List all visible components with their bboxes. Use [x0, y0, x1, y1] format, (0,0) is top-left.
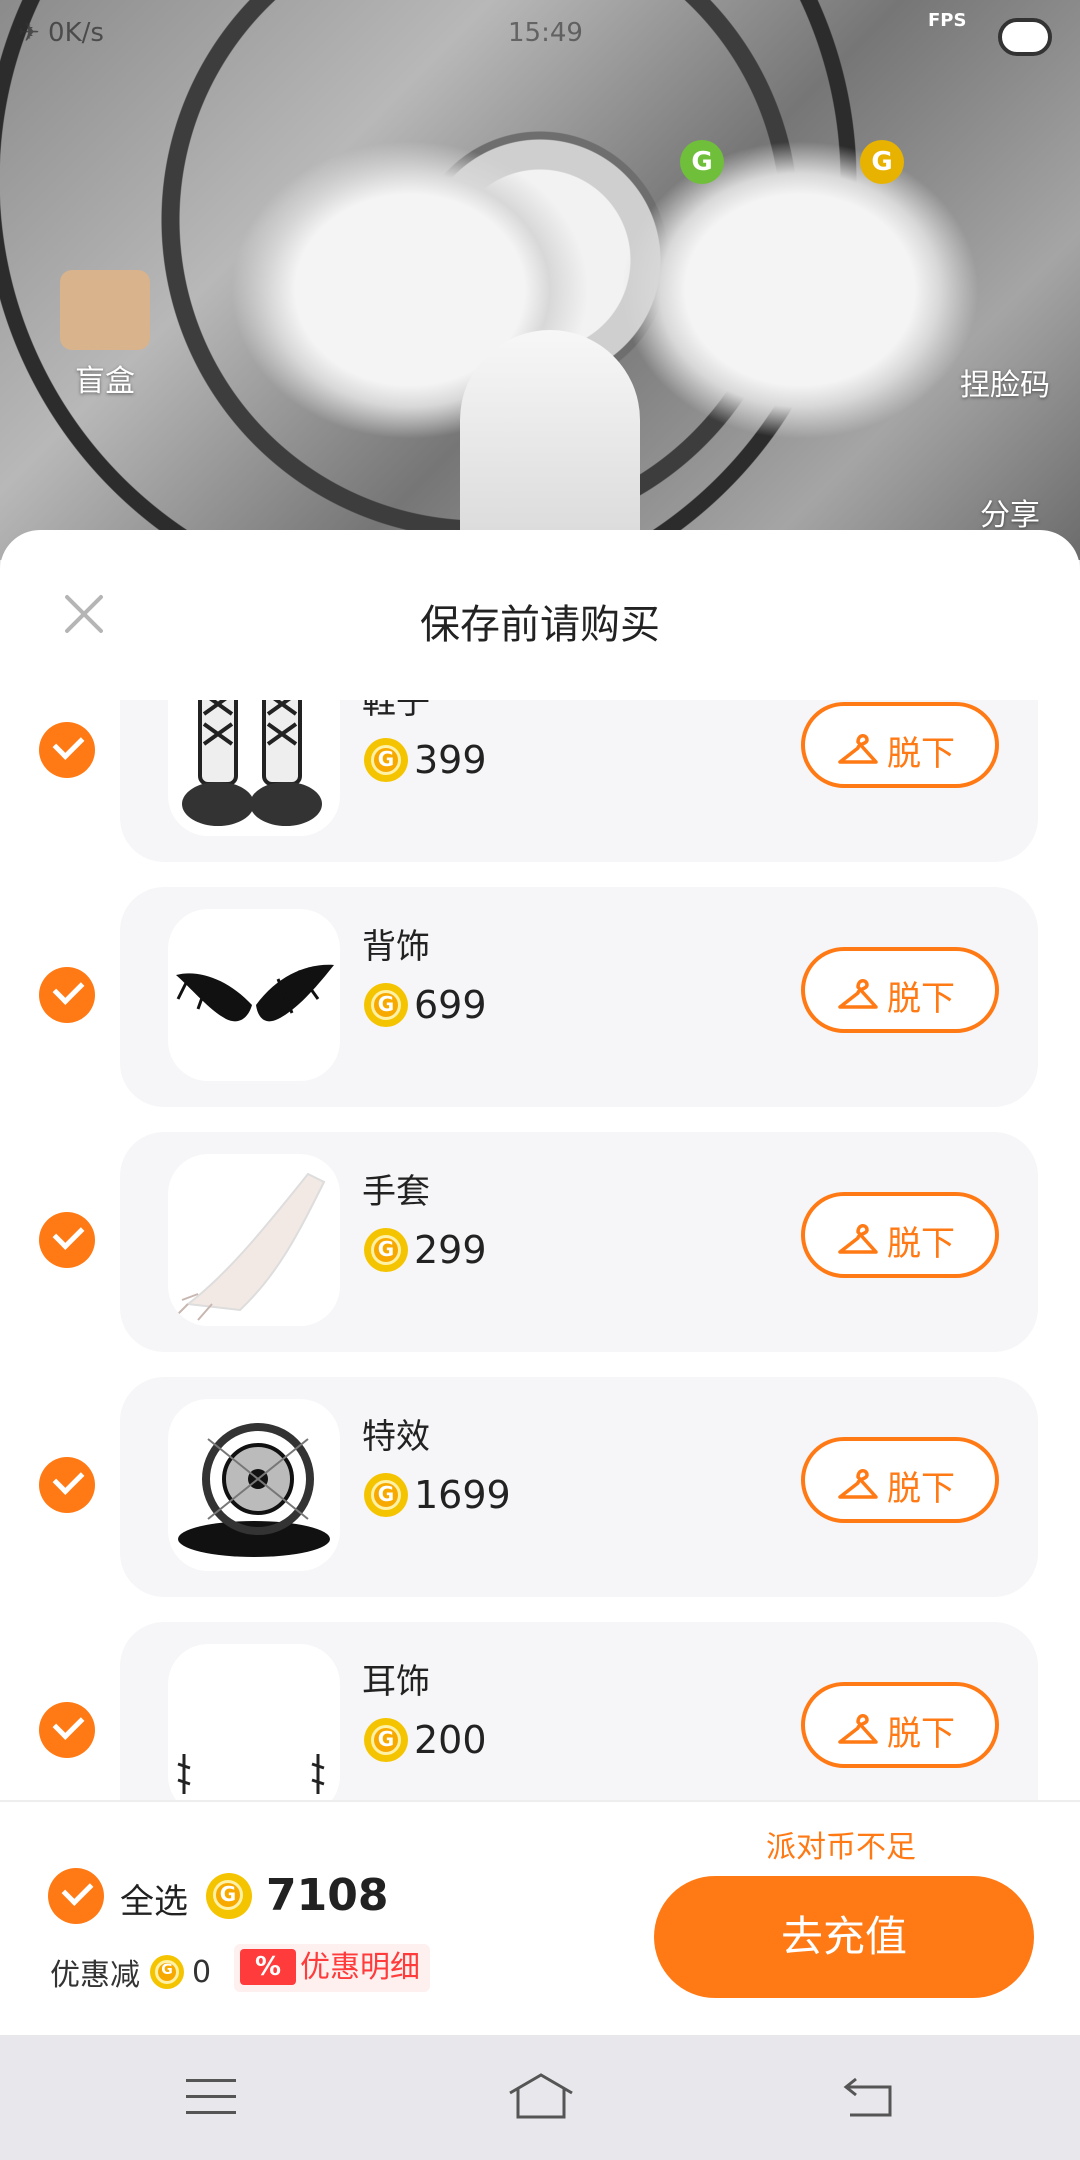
item-price: 699 [364, 983, 487, 1029]
hanger-icon [838, 979, 878, 1009]
magic-circle-icon[interactable] [168, 1399, 340, 1571]
fps-label: FPS [928, 10, 967, 31]
hanger-icon [838, 1714, 878, 1744]
change-face-button[interactable]: 捏脸码 [960, 360, 1050, 404]
list-item: 鞋子 399 脱下 [0, 700, 1080, 867]
discount-label: 优惠减 [50, 1958, 140, 1993]
checkout-footer: 派对币不足 全选 7108 优惠减 0 %优惠明细 去充值 [0, 1800, 1080, 2035]
item-price-value: 200 [414, 1718, 487, 1762]
sheet-title: 保存前请购买 [420, 602, 660, 648]
take-off-button[interactable]: 脱下 [801, 1682, 999, 1768]
item-price-value: 1699 [414, 1473, 511, 1517]
take-off-button[interactable]: 脱下 [801, 1192, 999, 1278]
list-item: 特效 1699 脱下 [0, 1357, 1080, 1602]
take-off-button[interactable]: 脱下 [801, 702, 999, 788]
item-checkbox[interactable] [39, 1212, 95, 1268]
change-face-label: 捏脸码 [960, 368, 1050, 403]
coin-icon [364, 1473, 408, 1517]
share-button[interactable]: 分享 [980, 490, 1040, 534]
discount-row: 优惠减 0 [50, 1950, 211, 1994]
earrings-icon[interactable] [168, 1644, 340, 1800]
list-item: 耳饰 200 脱下 [0, 1602, 1080, 1800]
promo-details-link[interactable]: % 优惠明细 [234, 1944, 430, 1992]
insufficient-coins-text: 派对币不足 [766, 1830, 916, 1865]
hanger-icon [838, 1469, 878, 1499]
list-item: 手套 299 脱下 [0, 1112, 1080, 1357]
coin-icon [364, 1228, 408, 1272]
take-off-label: 脱下 [887, 1714, 955, 1754]
list-item: 背饰 699 脱下 [0, 867, 1080, 1112]
item-price: 1699 [364, 1473, 511, 1519]
percent-badge-icon: % [240, 1949, 296, 1985]
item-name: 特效 [362, 1417, 430, 1457]
item-name: 手套 [362, 1172, 430, 1212]
take-off-button[interactable]: 脱下 [801, 947, 999, 1033]
item-name: 鞋子 [362, 700, 430, 722]
status-bar: ✈ 0K/s 15:49 FPS [0, 0, 1080, 70]
item-checkbox[interactable] [39, 1702, 95, 1758]
total-value: 7108 [266, 1870, 389, 1921]
coin-icon [364, 738, 408, 782]
glove-icon[interactable] [168, 1154, 340, 1326]
take-off-button[interactable]: 脱下 [801, 1437, 999, 1523]
blind-box-button[interactable]: 盲盒 [60, 270, 150, 400]
item-list[interactable]: 鞋子399脱下背饰699脱下手套299脱下特效1699脱下耳饰200脱下 [0, 700, 1080, 1800]
black-wings-icon[interactable] [168, 909, 340, 1081]
back-icon[interactable] [842, 2075, 894, 2119]
coin-icon [364, 983, 408, 1027]
item-price: 299 [364, 1228, 487, 1274]
hanger-icon [838, 734, 878, 764]
share-label: 分享 [980, 498, 1040, 533]
avatar-scene-background: ✈ 0K/s 15:49 FPS G G 盲盒 捏脸码 分享 [0, 0, 1080, 560]
item-checkbox[interactable] [39, 967, 95, 1023]
take-off-label: 脱下 [887, 1469, 955, 1509]
item-checkbox[interactable] [39, 722, 95, 778]
yellow-coin-icon: G [860, 140, 904, 184]
recharge-button[interactable]: 去充值 [654, 1876, 1034, 1998]
scene-wing-right [620, 140, 980, 440]
take-off-label: 脱下 [887, 979, 955, 1019]
take-off-label: 脱下 [887, 1224, 955, 1264]
home-icon[interactable] [506, 2071, 576, 2121]
hanger-icon [838, 1224, 878, 1254]
item-name: 背饰 [362, 927, 430, 967]
item-name: 耳饰 [362, 1662, 430, 1702]
avatar-character [460, 330, 640, 560]
discount-value: 0 [192, 1954, 212, 1990]
total-price: 7108 [206, 1870, 388, 1921]
promo-details-label: 优惠明细 [300, 1950, 420, 1985]
select-all-checkbox[interactable] [48, 1868, 104, 1924]
item-price: 200 [364, 1718, 487, 1764]
item-price: 399 [364, 738, 487, 784]
select-all-label[interactable]: 全选 [120, 1874, 188, 1923]
menu-icon[interactable] [186, 2077, 236, 2117]
item-price-value: 299 [414, 1228, 487, 1272]
boots-icon[interactable] [168, 700, 340, 836]
coin-icon [150, 1955, 184, 1989]
coin-icon [364, 1718, 408, 1762]
take-off-label: 脱下 [887, 734, 955, 774]
item-checkbox[interactable] [39, 1457, 95, 1513]
cloud-icon [998, 18, 1052, 56]
status-network: ✈ 0K/s [18, 18, 104, 48]
blind-box-label: 盲盒 [75, 364, 135, 399]
gift-box-icon [60, 270, 150, 350]
green-coin-icon: G [680, 140, 724, 184]
coin-icon [206, 1872, 252, 1919]
item-price-value: 699 [414, 983, 487, 1027]
item-price-value: 399 [414, 738, 487, 782]
system-navigation-bar [0, 2035, 1080, 2160]
status-time: 15:49 [508, 18, 583, 48]
